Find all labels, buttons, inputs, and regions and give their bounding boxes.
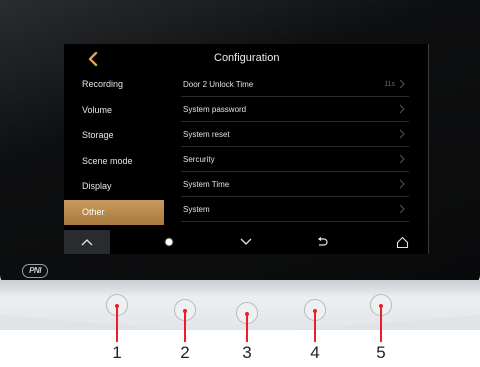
key-label-2: 2: [180, 343, 190, 362]
sidebar-item-volume[interactable]: Volume: [64, 98, 164, 124]
setting-system[interactable]: System: [181, 197, 409, 222]
setting-label: System password: [183, 105, 247, 114]
sidebar-item-label: Scene mode: [82, 155, 133, 166]
setting-label: Door 2 Unlock Time: [183, 80, 254, 89]
chevron-right-icon: [399, 154, 405, 164]
bottom-nav: [64, 230, 428, 254]
chevron-right-icon: [399, 104, 405, 114]
nav-return-button[interactable]: [300, 230, 344, 254]
chevron-right-icon: [399, 129, 405, 139]
key-label-3: 3: [242, 343, 252, 362]
sidebar-item-label: Volume: [82, 104, 113, 115]
setting-door-2-unlock-time[interactable]: Door 2 Unlock Time 11s: [181, 72, 409, 97]
nav-up-button[interactable]: [64, 230, 110, 254]
setting-label: System: [183, 205, 210, 214]
nav-down-button[interactable]: [224, 230, 268, 254]
setting-security[interactable]: Sercurity: [181, 147, 409, 172]
key-label-5: 5: [376, 343, 386, 362]
chevron-right-icon: [399, 179, 405, 189]
back-button[interactable]: [88, 51, 102, 67]
sidebar-item-label: Storage: [82, 130, 114, 140]
setting-label: Sercurity: [183, 155, 215, 164]
sidebar: Recording Volume Storage Scene mode Disp…: [64, 72, 164, 225]
sidebar-item-label: Other: [82, 206, 105, 217]
nav-home-button[interactable]: [380, 230, 424, 254]
setting-value: 11s: [384, 81, 395, 88]
setting-system-password[interactable]: System password: [181, 97, 409, 122]
setting-label: System Time: [183, 180, 230, 189]
chevron-up-icon: [81, 239, 93, 246]
callout-line: [116, 306, 118, 342]
sidebar-item-label: Display: [82, 181, 112, 191]
setting-label: System reset: [183, 130, 230, 139]
screen-edge: [428, 44, 429, 254]
sidebar-item-label: Recording: [82, 79, 124, 89]
callout-line: [380, 306, 382, 342]
return-icon: [318, 237, 328, 246]
setting-system-reset[interactable]: System reset: [181, 122, 409, 147]
callout-line: [246, 314, 248, 342]
chevron-down-icon: [240, 238, 252, 245]
settings-list: Door 2 Unlock Time 11s System password S…: [181, 72, 409, 222]
setting-system-time[interactable]: System Time: [181, 172, 409, 197]
chevron-right-icon: [399, 204, 405, 214]
sidebar-item-display[interactable]: Display: [64, 174, 164, 200]
chevron-right-icon: [399, 79, 405, 89]
brand-logo: PNI: [22, 264, 48, 278]
sidebar-item-recording[interactable]: Recording: [64, 72, 164, 98]
key-label-4: 4: [310, 343, 320, 362]
screen: Configuration Recording Volume Storage S…: [64, 44, 428, 254]
sidebar-item-storage[interactable]: Storage: [64, 123, 164, 149]
chevron-left-icon: [88, 51, 98, 67]
page-title: Configuration: [214, 52, 280, 64]
sidebar-item-scene-mode[interactable]: Scene mode: [64, 149, 164, 175]
callout-line: [184, 311, 186, 342]
key-label-1: 1: [112, 343, 122, 362]
camera-icon: [164, 237, 174, 247]
sidebar-item-other[interactable]: Other: [64, 199, 164, 225]
callout-line: [314, 311, 316, 342]
home-icon: [396, 236, 408, 248]
